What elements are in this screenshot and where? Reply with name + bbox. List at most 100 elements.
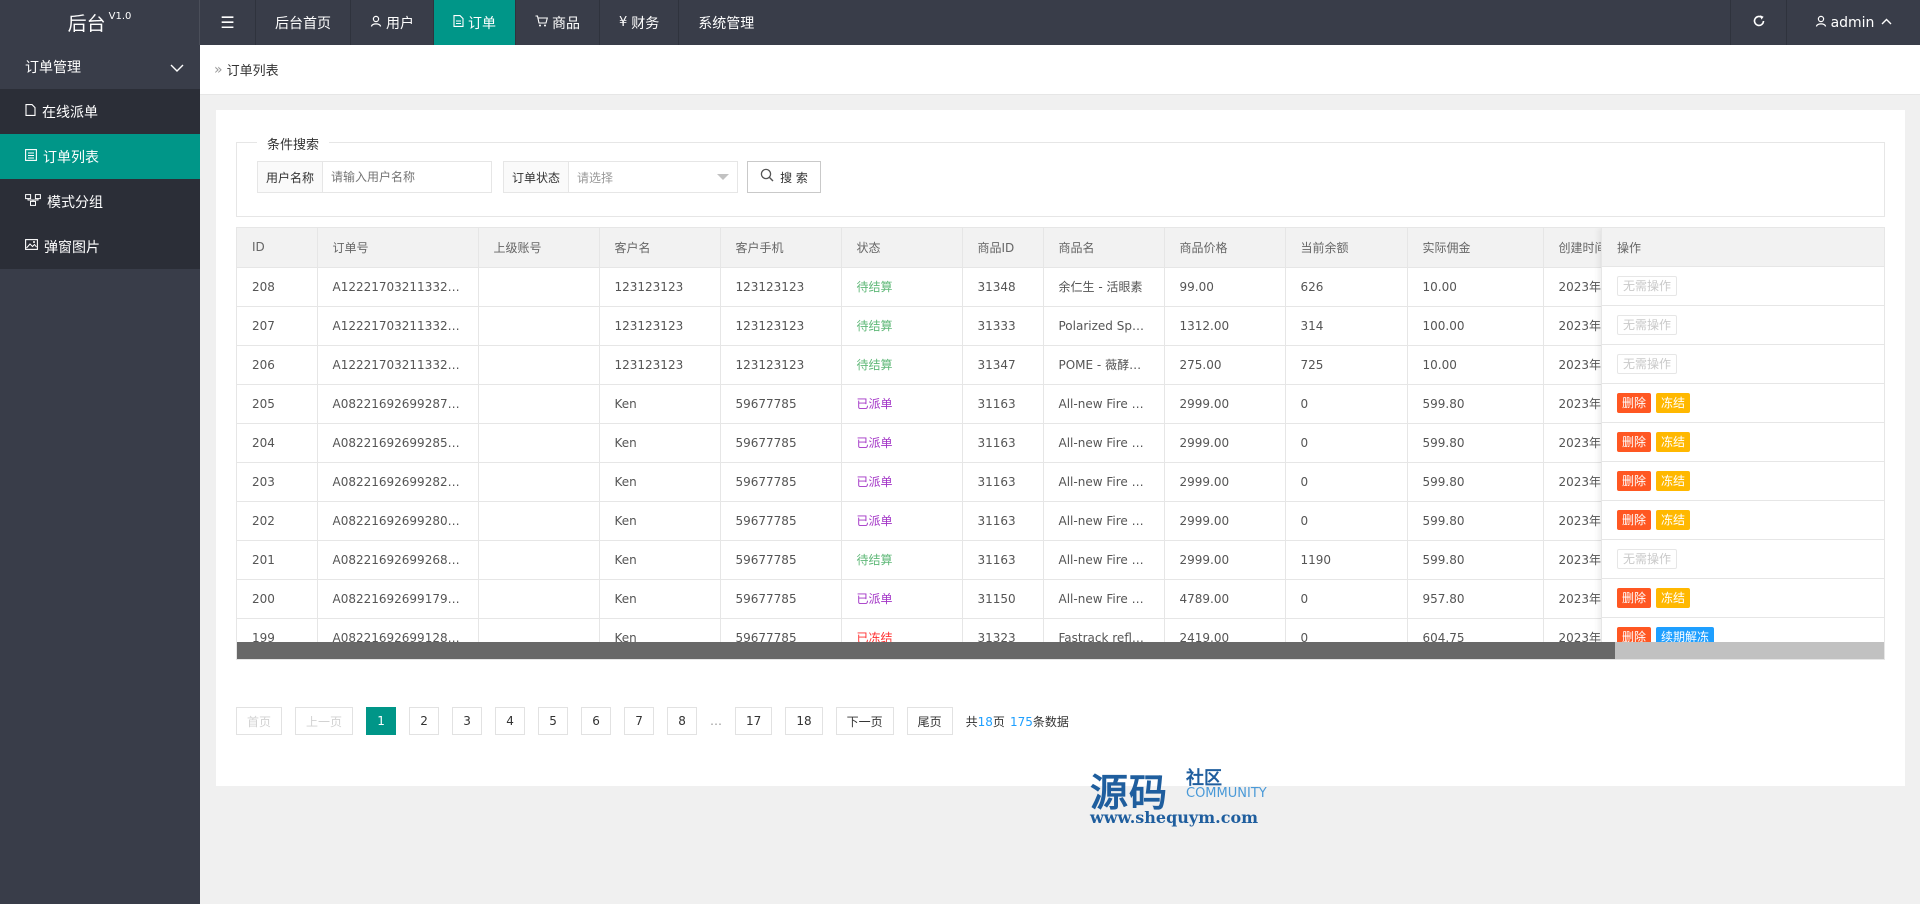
pager-page-button[interactable]: 18 (785, 707, 823, 735)
sidebar-item-order-list[interactable]: 订单列表 (0, 134, 200, 179)
table-cell-gname: 余仁生 - 活眼素 (1043, 267, 1165, 307)
no-action-button: 无需操作 (1617, 276, 1678, 296)
freeze-button[interactable]: 冻结 (1656, 432, 1691, 452)
list-icon (25, 148, 37, 165)
table-cell-gid: 31163 (962, 501, 1044, 541)
table-cell-balance: 1190 (1285, 540, 1408, 580)
column-header[interactable]: 订单号 (317, 228, 479, 268)
table-cell-commission: 10.00 (1407, 345, 1544, 385)
pager-last-button[interactable]: 尾页 (906, 707, 953, 735)
nav-system[interactable]: 系统管理 (679, 0, 773, 45)
operations-row: 删除 冻结 (1602, 462, 1884, 501)
nav-users[interactable]: 用户 (351, 0, 434, 45)
table-cell-phone: 59677785 (720, 462, 842, 502)
pager-page-button[interactable]: 7 (624, 707, 655, 735)
table-cell-order: A08221692699282934 (317, 462, 479, 502)
table-cell-parent (478, 579, 600, 619)
column-header[interactable]: ID (237, 228, 318, 268)
column-header[interactable]: 客户手机 (720, 228, 842, 268)
cart-icon (535, 14, 549, 31)
freeze-button[interactable]: 冻结 (1656, 393, 1691, 413)
refresh-button[interactable] (1730, 0, 1786, 45)
search-button[interactable]: 搜 索 (747, 161, 821, 193)
username-input[interactable] (323, 162, 492, 192)
table-cell-commission: 599.80 (1407, 423, 1544, 463)
delete-button[interactable]: 删除 (1617, 510, 1652, 530)
freeze-button[interactable]: 冻结 (1656, 471, 1691, 491)
table-cell-order: A08221692699280898 (317, 501, 479, 541)
table-cell-price: 2999.00 (1164, 384, 1286, 424)
watermark-logo: 源码 社区 COMMUNITY www.shequym.com (1090, 762, 1290, 832)
top-bar: 后台 V1.0 ☰ 后台首页 用户 订单 商品 ¥ 财务 系统管理 admin (0, 0, 1920, 45)
double-chevron-right-icon: » (214, 61, 223, 78)
table-cell-parent (478, 501, 600, 541)
table-cell-id: 200 (237, 579, 318, 619)
table-cell-status: 待结算 (841, 267, 963, 307)
column-header[interactable]: 状态 (841, 228, 963, 268)
status-select[interactable]: 请选择 (569, 162, 737, 192)
table-cell-balance: 0 (1285, 462, 1408, 502)
sidebar-item-popup-images[interactable]: 弹窗图片 (0, 224, 200, 269)
freeze-button[interactable]: 冻结 (1656, 588, 1691, 608)
column-header[interactable]: 实际佣金 (1407, 228, 1544, 268)
username-label: 用户名称 (258, 162, 324, 192)
column-header[interactable]: 商品ID (962, 228, 1044, 268)
sidebar-item-dispatch[interactable]: 在线派单 (0, 89, 200, 134)
table-cell-status: 待结算 (841, 345, 963, 385)
scrollbar-thumb[interactable] (237, 642, 1615, 659)
delete-button[interactable]: 删除 (1617, 432, 1652, 452)
user-menu[interactable]: admin (1786, 0, 1920, 45)
nav-orders[interactable]: 订单 (434, 0, 516, 45)
table-cell-phone: 59677785 (720, 423, 842, 463)
sidebar-item-groups[interactable]: 模式分组 (0, 179, 200, 224)
table-cell-commission: 957.80 (1407, 579, 1544, 619)
nav-finance-label: 财务 (631, 15, 660, 32)
pager-page-button[interactable]: 6 (581, 707, 612, 735)
sidebar-group-orders[interactable]: 订单管理 (0, 45, 200, 89)
table-cell-gid: 31163 (962, 384, 1044, 424)
nav-products[interactable]: 商品 (516, 0, 600, 45)
column-header[interactable]: 当前余额 (1285, 228, 1408, 268)
pager-page-button[interactable]: 1 (366, 707, 397, 735)
delete-button[interactable]: 删除 (1617, 471, 1652, 491)
pager-page-button[interactable]: 8 (667, 707, 698, 735)
table-cell-gname: POME - 薇酵… (1043, 345, 1165, 385)
pager-page-button[interactable]: 4 (495, 707, 526, 735)
pager-page-button[interactable]: 5 (538, 707, 569, 735)
table-cell-phone: 123123123 (720, 267, 842, 307)
chevron-down-icon (170, 60, 184, 76)
pager-info-info-suffix: 条数据 (1032, 714, 1069, 729)
nav-home[interactable]: 后台首页 (256, 0, 351, 45)
table-cell-order: A12221703211332270 (317, 267, 479, 307)
table-cell-id: 205 (237, 384, 318, 424)
pager-next-button[interactable]: 下一页 (835, 707, 894, 735)
table-cell-customer: 123123123 (599, 306, 721, 346)
table-cell-id: 201 (237, 540, 318, 580)
column-header[interactable]: 商品名 (1043, 228, 1165, 268)
freeze-button[interactable]: 冻结 (1656, 510, 1691, 530)
nav-finance[interactable]: ¥ 财务 (600, 0, 680, 45)
column-header[interactable]: 客户名 (599, 228, 721, 268)
watermark-community: COMMUNITY (1186, 786, 1267, 801)
sidebar-toggle-button[interactable]: ☰ (200, 0, 256, 45)
column-header[interactable]: 上级账号 (478, 228, 600, 268)
table-cell-phone: 123123123 (720, 345, 842, 385)
column-header[interactable]: 商品价格 (1164, 228, 1286, 268)
app-logo[interactable]: 后台 V1.0 (0, 0, 200, 45)
pagination: 首页 上一页 1 2 3 4 5 6 7 8… 17 18 下一页 尾页 共18页 175条数据 (236, 707, 1069, 735)
table-cell-customer: 123123123 (599, 267, 721, 307)
yen-icon: ¥ (619, 15, 628, 30)
table-cell-gid: 31348 (962, 267, 1044, 307)
delete-button[interactable]: 删除 (1617, 393, 1652, 413)
pager-page-button[interactable]: 17 (735, 707, 773, 735)
sidebar-item-label: 订单列表 (43, 149, 99, 166)
horizontal-scrollbar[interactable] (237, 642, 1884, 659)
table-cell-gname: Polarized Spo… (1043, 306, 1165, 346)
operations-row: 删除 冻结 (1602, 501, 1884, 540)
table-cell-balance: 314 (1285, 306, 1408, 346)
pager-page-button[interactable]: 2 (409, 707, 440, 735)
pager-page-button[interactable]: 3 (452, 707, 483, 735)
pager-info-info-mid: 页 (992, 714, 1005, 729)
table-cell-id: 208 (237, 267, 318, 307)
delete-button[interactable]: 删除 (1617, 588, 1652, 608)
